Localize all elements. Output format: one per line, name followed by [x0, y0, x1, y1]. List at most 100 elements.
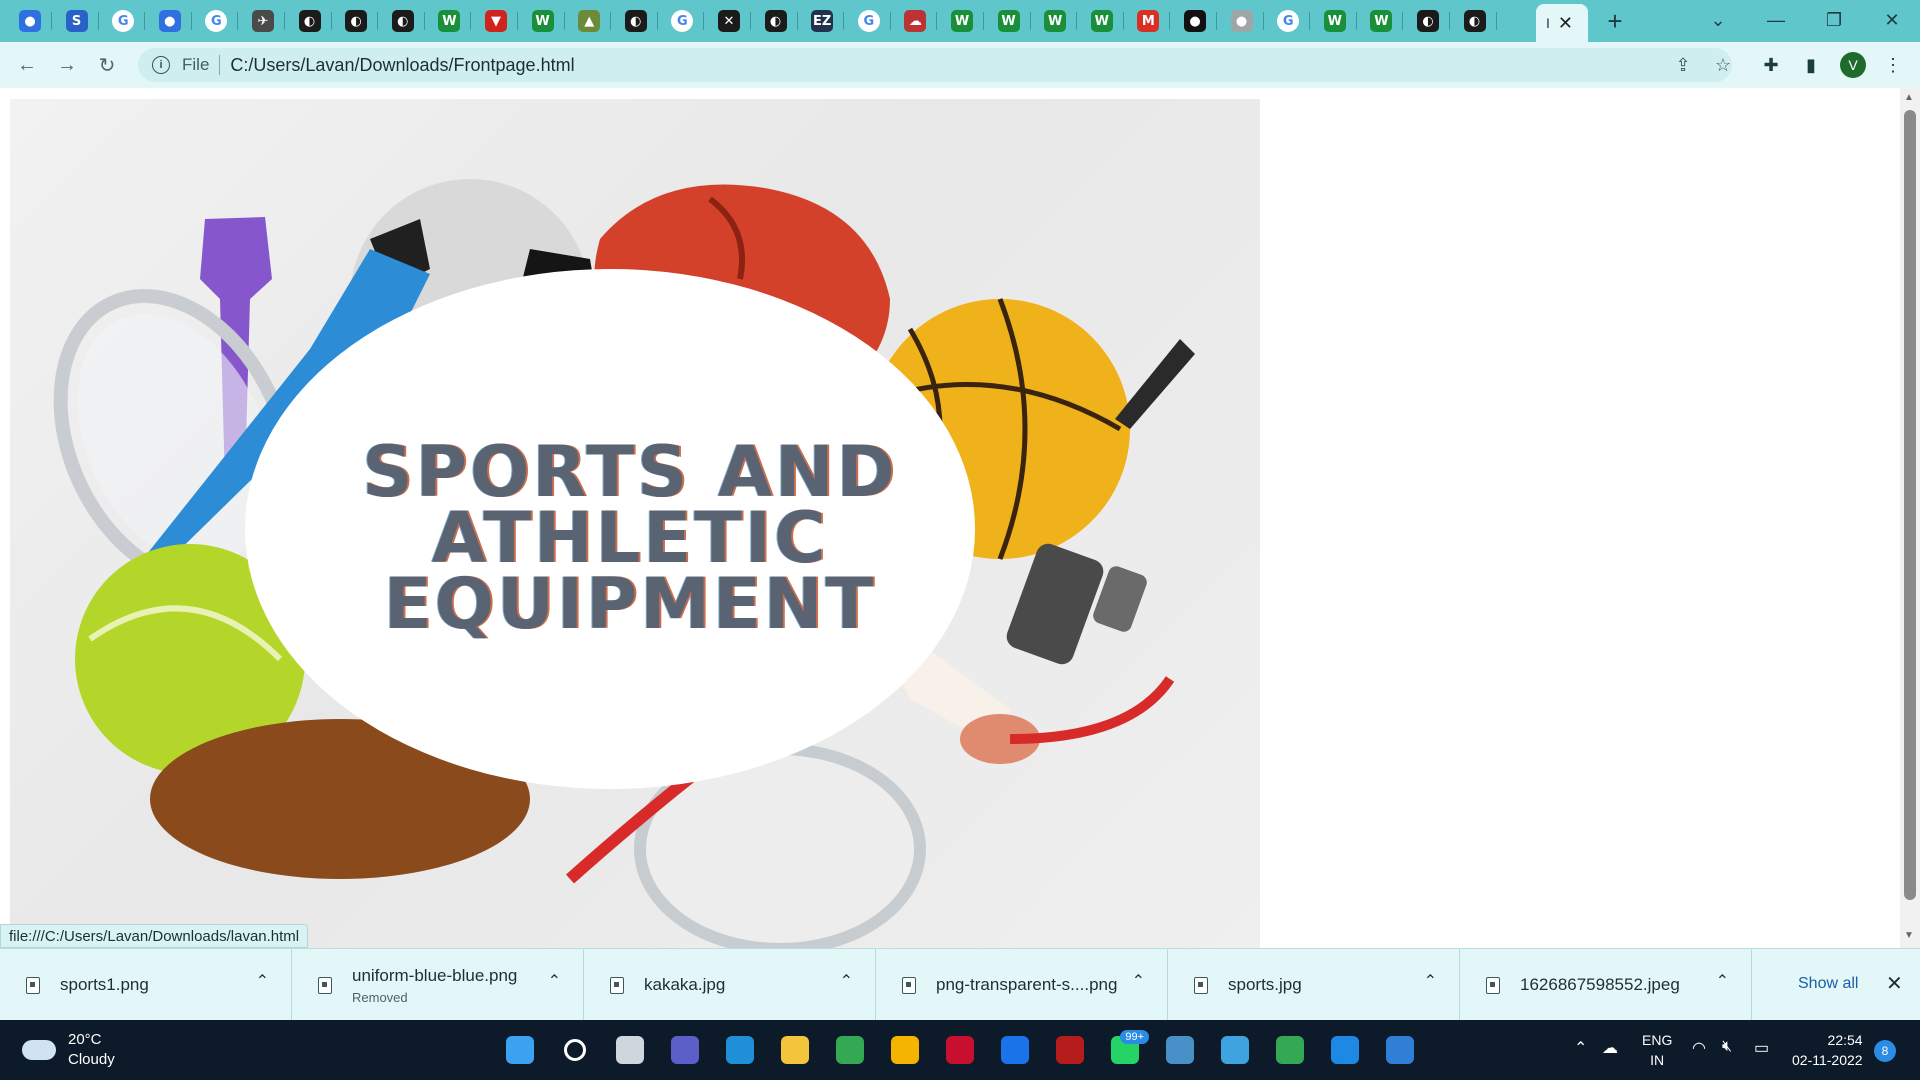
browser-tab[interactable]: W — [987, 4, 1031, 38]
download-options-chevron-icon[interactable]: ⌃ — [1716, 971, 1729, 991]
weather-widget[interactable]: 20°C Cloudy — [22, 1030, 115, 1070]
browser-tab[interactable]: M — [1126, 4, 1171, 38]
extensions-puzzle-icon[interactable]: ✚ — [1756, 50, 1786, 80]
app-red-taskbar-button[interactable] — [1050, 1030, 1090, 1070]
browser-tab[interactable]: W — [427, 4, 472, 38]
input-language-indicator[interactable]: ENG IN — [1642, 1030, 1672, 1070]
windows-taskbar: 20°C Cloudy 99+ ⌃ ☁ ENG IN ◠ 🔇︎ ▭ 22:54 … — [0, 1020, 1920, 1080]
browser-tab[interactable]: G — [1266, 4, 1311, 38]
browser-tab[interactable]: ▲ — [567, 4, 612, 38]
new-tab-button[interactable]: + — [1600, 6, 1630, 36]
store-icon — [891, 1036, 919, 1064]
browser-tab[interactable]: ◐ — [754, 4, 798, 38]
close-tab-icon[interactable]: ✕ — [1558, 13, 1573, 34]
download-item[interactable]: sports1.png ⌃ — [0, 949, 292, 1021]
download-item[interactable]: uniform-blue-blue.png Removed ⌃ — [292, 949, 584, 1021]
whatsapp-taskbar-button[interactable]: 99+ — [1105, 1030, 1149, 1070]
browser-tab[interactable]: W — [1359, 4, 1404, 38]
wifi-icon[interactable]: ◠ — [1692, 1038, 1706, 1058]
browser-tab[interactable]: W — [1033, 4, 1078, 38]
browser-tab[interactable]: G — [101, 4, 146, 38]
browser-tab[interactable]: ● — [1173, 4, 1217, 38]
scroll-down-arrow-icon[interactable]: ▼ — [1904, 930, 1914, 941]
download-options-chevron-icon[interactable]: ⌃ — [1132, 971, 1145, 991]
bookmark-star-icon[interactable]: ☆ — [1708, 50, 1738, 80]
reload-button[interactable]: ↻ — [92, 50, 122, 80]
browser-tab[interactable]: ● — [1220, 4, 1264, 38]
browser-tab[interactable]: G — [194, 4, 239, 38]
browser-tab[interactable]: ◐ — [288, 4, 332, 38]
address-bar[interactable]: i File C:/Users/Lavan/Downloads/Frontpag… — [138, 48, 1732, 82]
browser-tab[interactable]: ✕ — [707, 4, 751, 38]
vertical-scrollbar[interactable]: ▲ ▼ — [1900, 88, 1920, 948]
search-taskbar-button[interactable] — [555, 1030, 595, 1070]
download-filename: sports1.png — [60, 975, 149, 994]
profile-avatar[interactable]: V — [1840, 52, 1866, 78]
back-button[interactable]: ← — [12, 50, 42, 80]
browser-tab[interactable]: G — [660, 4, 705, 38]
browser-tab[interactable]: S — [55, 4, 99, 38]
meet-taskbar-button[interactable] — [665, 1030, 705, 1070]
browser-tab[interactable]: W — [521, 4, 565, 38]
notepad-taskbar-button[interactable] — [1215, 1030, 1255, 1070]
help-taskbar-button[interactable] — [995, 1030, 1035, 1070]
browser-tab[interactable]: ▼ — [474, 4, 518, 38]
browser-tab[interactable]: EZ — [800, 4, 845, 38]
forward-button[interactable]: → — [52, 50, 82, 80]
restore-button[interactable]: ❐ — [1806, 0, 1862, 40]
share-icon[interactable]: ⇪ — [1668, 50, 1698, 80]
speaker-muted-icon[interactable]: 🔇︎ — [1722, 1038, 1732, 1056]
browser-tab[interactable]: ● — [148, 4, 192, 38]
close-downloads-bar-icon[interactable]: ✕ — [1886, 971, 1903, 996]
show-hidden-icons-chevron[interactable]: ⌃ — [1574, 1038, 1587, 1058]
download-item[interactable]: sports.jpg ⌃ — [1168, 949, 1460, 1021]
s-icon: S — [65, 10, 88, 32]
side-panel-icon[interactable]: ▮ — [1796, 50, 1826, 80]
photos-taskbar-button[interactable] — [1380, 1030, 1420, 1070]
vscode-taskbar-button[interactable] — [1325, 1030, 1365, 1070]
chrome-profile-taskbar-button[interactable] — [1270, 1030, 1310, 1070]
browser-tab[interactable]: ◐ — [334, 4, 379, 38]
task-view-taskbar-button[interactable] — [610, 1030, 650, 1070]
browser-tab[interactable]: ◐ — [614, 4, 658, 38]
url-text[interactable]: C:/Users/Lavan/Downloads/Frontpage.html — [230, 55, 574, 76]
notification-count-badge[interactable]: 8 — [1874, 1040, 1896, 1062]
google-icon: G — [112, 10, 135, 32]
close-window-button[interactable]: ✕ — [1864, 0, 1920, 40]
browser-tab[interactable]: W — [940, 4, 984, 38]
menu-kebab-icon[interactable]: ⋮ — [1878, 50, 1908, 80]
minimize-button[interactable]: — — [1748, 0, 1804, 40]
download-options-chevron-icon[interactable]: ⌃ — [840, 971, 853, 991]
browser-tab[interactable]: ◐ — [1406, 4, 1450, 38]
download-item[interactable]: 1626867598552.jpeg ⌃ — [1460, 949, 1752, 1021]
browser-tab[interactable]: ● — [8, 4, 52, 38]
store-taskbar-button[interactable] — [885, 1030, 925, 1070]
browser-tab[interactable]: G — [847, 4, 891, 38]
download-options-chevron-icon[interactable]: ⌃ — [548, 971, 561, 991]
show-all-downloads-link[interactable]: Show all — [1798, 975, 1858, 993]
scroll-up-arrow-icon[interactable]: ▲ — [1904, 92, 1914, 103]
browser-tab[interactable]: ◐ — [381, 4, 425, 38]
download-options-chevron-icon[interactable]: ⌃ — [1424, 971, 1437, 991]
site-info-icon[interactable]: i — [152, 56, 170, 74]
file-explorer-taskbar-button[interactable] — [775, 1030, 815, 1070]
bird-app-taskbar-button[interactable] — [1160, 1030, 1200, 1070]
chrome-taskbar-button[interactable] — [830, 1030, 870, 1070]
browser-tab[interactable]: W — [1313, 4, 1357, 38]
windows-start-taskbar-button[interactable] — [500, 1030, 540, 1070]
battery-icon[interactable]: ▭ — [1754, 1038, 1769, 1058]
browser-tab[interactable]: ✈ — [241, 4, 285, 38]
browser-tab[interactable]: ◐ — [1453, 4, 1497, 38]
onedrive-cloud-icon[interactable]: ☁ — [1602, 1038, 1618, 1058]
active-tab[interactable]: I ✕ — [1536, 4, 1588, 42]
download-options-chevron-icon[interactable]: ⌃ — [256, 971, 269, 991]
download-item[interactable]: png-transparent-s....png ⌃ — [876, 949, 1168, 1021]
edge-taskbar-button[interactable] — [720, 1030, 760, 1070]
system-clock[interactable]: 22:54 02-11-2022 — [1792, 1030, 1863, 1070]
browser-tab[interactable]: W — [1080, 4, 1124, 38]
browser-tab[interactable]: ☁ — [893, 4, 938, 38]
mcafee-taskbar-button[interactable] — [940, 1030, 980, 1070]
download-item[interactable]: kakaka.jpg ⌃ — [584, 949, 876, 1021]
scrollbar-thumb[interactable] — [1904, 110, 1916, 900]
tab-search-chevron-icon[interactable]: ⌄ — [1690, 0, 1746, 40]
